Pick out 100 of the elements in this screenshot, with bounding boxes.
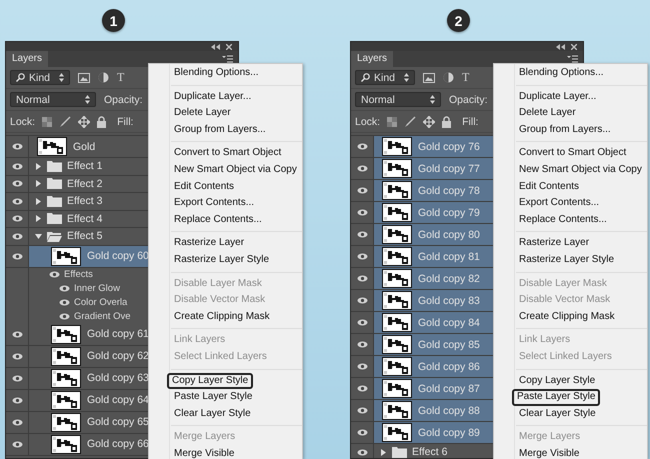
menu-item[interactable]: Group from Layers... [494, 122, 647, 138]
close-icon[interactable] [226, 44, 232, 50]
layer-thumbnail [382, 401, 412, 420]
caret-down-icon[interactable] [35, 232, 42, 240]
eye-icon[interactable] [49, 271, 60, 278]
layers-tab[interactable]: Layers [6, 51, 48, 67]
menu-item[interactable]: Export Contents... [149, 195, 302, 212]
eye-icon[interactable] [12, 180, 22, 188]
kind-filter-dropdown[interactable]: Kind [10, 70, 70, 85]
move-icon[interactable] [423, 116, 436, 128]
layer-thumbnail [382, 181, 412, 200]
eye-icon[interactable] [12, 252, 22, 260]
eye-icon[interactable] [356, 209, 368, 216]
eye-icon[interactable] [12, 198, 22, 205]
adjustment-filter-icon[interactable] [443, 72, 454, 83]
eye-icon[interactable] [356, 253, 368, 260]
layers-tab[interactable]: Layers [351, 51, 394, 67]
brush-icon[interactable] [404, 116, 416, 128]
layer-thumbnail [382, 247, 412, 266]
menu-item[interactable]: Duplicate Layer... [494, 88, 647, 106]
menu-item[interactable]: Copy Layer Style [167, 372, 254, 390]
layer-thumbnail [382, 291, 412, 310]
eye-icon[interactable] [12, 374, 22, 382]
layer-name: Gold copy 83 [418, 294, 480, 306]
menu-item[interactable]: Blending Options... [149, 65, 302, 82]
eye-icon[interactable] [12, 352, 22, 360]
caret-right-icon[interactable] [35, 162, 42, 170]
menu-item[interactable]: Blending Options... [494, 65, 647, 82]
menu-item[interactable]: Group from Layers... [149, 122, 302, 138]
eye-icon[interactable] [59, 299, 70, 306]
menu-item[interactable]: Merge Visible [494, 446, 647, 459]
layer-thumbnail [51, 390, 81, 410]
eye-icon[interactable] [356, 407, 368, 414]
folder-icon [47, 178, 62, 190]
caret-right-icon[interactable] [35, 198, 42, 205]
group-name: Effect 3 [67, 195, 102, 208]
lock-pixels-icon[interactable] [42, 116, 52, 126]
opacity-label: Opacity: [104, 94, 143, 106]
layer-name: Gold copy 88 [418, 404, 480, 416]
eye-icon[interactable] [12, 143, 22, 150]
lock-pixels-icon[interactable] [387, 116, 398, 126]
eye-icon[interactable] [12, 232, 22, 240]
eye-icon[interactable] [356, 231, 368, 238]
caret-right-icon[interactable] [380, 448, 387, 456]
eye-icon[interactable] [356, 143, 368, 150]
up-down-arrows-icon [85, 95, 90, 104]
eye-icon[interactable] [59, 285, 70, 292]
menu-item[interactable]: Clear Layer Style [149, 406, 302, 422]
panel-menu-icon[interactable] [222, 55, 233, 63]
eye-icon[interactable] [356, 341, 368, 348]
eye-icon[interactable] [356, 385, 368, 392]
type-filter-icon[interactable]: T [117, 70, 124, 85]
eye-icon[interactable] [356, 275, 368, 282]
blend-mode-dropdown[interactable]: Normal [355, 92, 441, 107]
eye-icon[interactable] [356, 448, 368, 456]
fill-label: Fill: [462, 116, 478, 128]
close-icon[interactable] [571, 44, 577, 50]
menu-item[interactable]: New Smart Object via Copy [149, 162, 302, 179]
eye-icon[interactable] [12, 418, 22, 426]
menu-item[interactable]: Paste Layer Style [149, 389, 302, 406]
eye-icon[interactable] [356, 429, 368, 436]
caret-right-icon[interactable] [35, 180, 42, 188]
menu-item[interactable]: Delete Layer [149, 105, 302, 122]
image-filter-icon[interactable] [423, 72, 435, 82]
menu-item[interactable]: Merge Visible [149, 446, 302, 459]
menu-item[interactable]: Create Clipping Mask [149, 308, 302, 326]
blend-mode-dropdown[interactable]: Normal [10, 92, 96, 107]
eye-icon[interactable] [12, 440, 22, 448]
menu-item[interactable]: Edit Contents [149, 178, 302, 196]
layer-thumbnail [51, 246, 81, 266]
caret-right-icon[interactable] [35, 215, 42, 222]
layer-name: Gold [73, 140, 96, 152]
lock-icon[interactable] [97, 116, 106, 128]
type-filter-icon[interactable]: T [462, 70, 470, 85]
eye-icon[interactable] [356, 187, 368, 194]
layer-thumbnail [51, 346, 81, 366]
eye-icon[interactable] [356, 297, 368, 304]
image-filter-icon[interactable] [78, 72, 90, 82]
layer-name: Gold copy 80 [418, 228, 480, 240]
menu-item[interactable]: Paste Layer Style [512, 389, 600, 406]
menu-item[interactable]: Replace Contents... [149, 212, 302, 228]
adjustment-filter-icon[interactable] [98, 72, 109, 83]
eye-icon[interactable] [356, 165, 368, 172]
eye-icon[interactable] [59, 313, 70, 320]
menu-item[interactable]: Delete Layer [494, 105, 647, 122]
eye-icon[interactable] [12, 162, 22, 170]
eye-icon[interactable] [12, 330, 22, 338]
menu-item[interactable]: Duplicate Layer... [149, 88, 302, 106]
eye-icon[interactable] [356, 363, 368, 370]
eye-icon[interactable] [356, 319, 368, 326]
move-icon[interactable] [78, 116, 90, 128]
eye-icon[interactable] [12, 215, 22, 222]
brush-icon[interactable] [59, 116, 72, 128]
lock-icon[interactable] [442, 116, 452, 128]
eye-icon[interactable] [12, 396, 22, 404]
group-name: Effect 4 [67, 212, 102, 225]
layer-name: Gold copy 86 [418, 360, 480, 372]
menu-item[interactable]: Convert to Smart Object [149, 145, 302, 162]
kind-filter-dropdown[interactable]: Kind [355, 70, 415, 85]
panel-menu-icon[interactable] [567, 55, 578, 63]
